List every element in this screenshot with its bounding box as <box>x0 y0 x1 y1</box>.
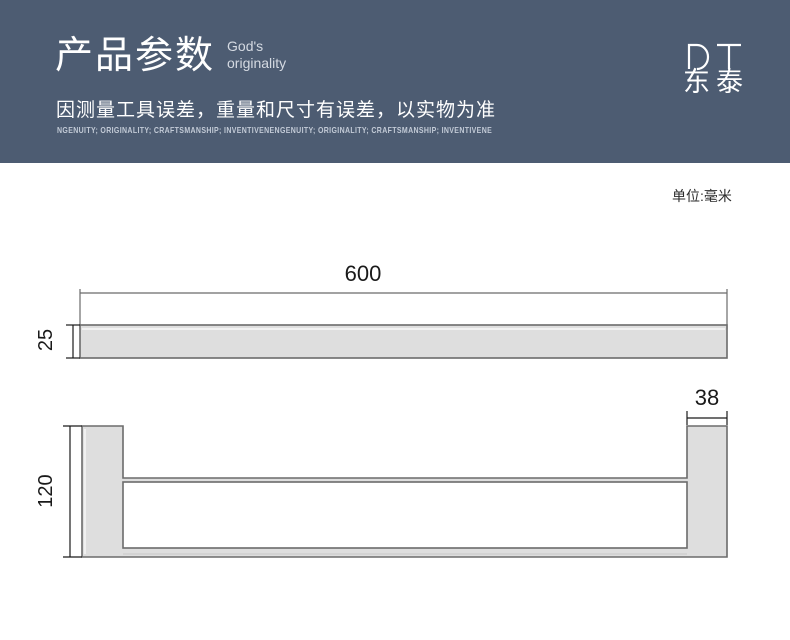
side-view-rail-cutout <box>122 481 688 549</box>
dimension-25 <box>66 324 80 359</box>
dimension-38 <box>686 411 728 425</box>
top-view-drawing <box>66 289 728 359</box>
dimension-600 <box>79 289 728 329</box>
logo-dt-icon <box>663 38 763 72</box>
page-title-english-line2: originality <box>227 55 287 71</box>
header-subtitle: 因测量工具误差，重量和尺寸有误差，以实物为准 <box>56 100 497 121</box>
header-title-group: 产品参数 God's originality <box>55 34 286 78</box>
brand-logo: 东泰 <box>663 38 763 98</box>
page-title-english: God's originality <box>227 38 286 72</box>
side-view-drawing <box>63 411 728 558</box>
technical-drawing: 600 25 120 38 <box>0 163 790 640</box>
header-microtext: NGENUITY; ORIGINALITY; CRAFTSMANSHIP; IN… <box>57 127 493 136</box>
dimension-120 <box>63 425 82 558</box>
page-title-english-line1: God's <box>227 38 264 54</box>
header-banner: 产品参数 God's originality 因测量工具误差，重量和尺寸有误差，… <box>0 0 790 163</box>
page-title: 产品参数 <box>55 35 216 77</box>
